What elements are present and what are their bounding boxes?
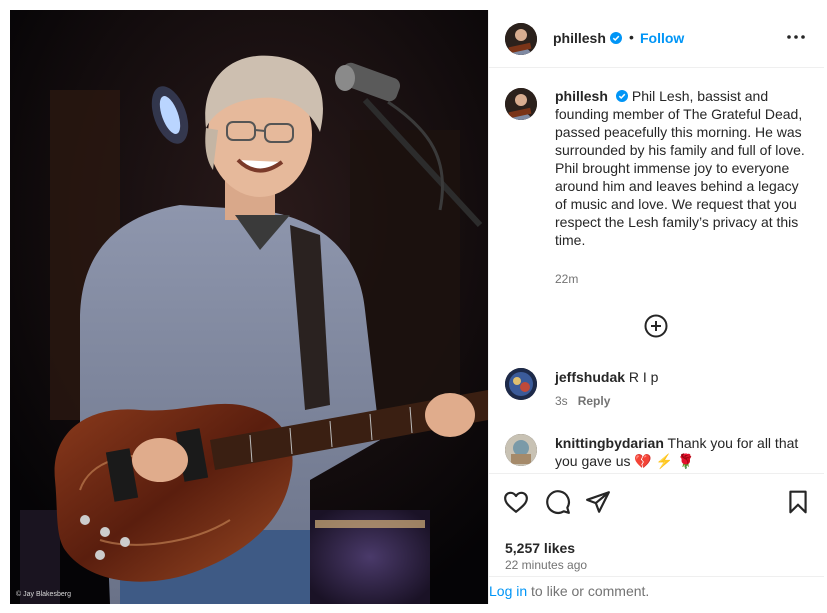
likes-count[interactable]: 5,257 likes [505, 540, 575, 556]
comment-item: knittingbydarian Thank you for all that … [489, 434, 824, 474]
post-actions: 5,257 likes 22 minutes ago [489, 473, 824, 593]
share-icon[interactable] [585, 489, 611, 515]
post-photo[interactable]: © Jay Blakesberg [10, 10, 488, 604]
login-prompt: Log in to like or comment. [489, 576, 824, 604]
caption-author-avatar[interactable] [505, 88, 537, 120]
heart-icon[interactable] [503, 489, 529, 515]
caption-timestamp[interactable]: 22m [555, 272, 578, 286]
comment-timestamp[interactable]: 3s [555, 394, 568, 408]
post-header: phillesh • Follow [489, 10, 824, 68]
comment-meta: 3s Reply [555, 394, 610, 408]
caption-username[interactable]: phillesh [555, 88, 608, 104]
photo-credit: © Jay Blakesberg [16, 591, 71, 598]
author-avatar[interactable] [505, 23, 537, 55]
bookmark-icon[interactable] [785, 489, 811, 515]
reply-button[interactable]: Reply [578, 394, 611, 408]
concert-photo-illustration [10, 10, 488, 604]
post-time[interactable]: 22 minutes ago [505, 558, 587, 572]
caption-body: phillesh Phil Lesh, bassist and founding … [555, 87, 811, 249]
login-link[interactable]: Log in [489, 583, 527, 599]
instagram-post: © Jay Blakesberg phillesh • Follow phill… [0, 0, 827, 613]
comment-text: R I p [628, 369, 659, 385]
verified-badge-icon [609, 32, 622, 44]
commenter-avatar[interactable] [505, 434, 537, 466]
caption-text: Phil Lesh, bassist and founding member o… [555, 88, 805, 248]
comment-icon[interactable] [545, 489, 571, 515]
author-username-row: phillesh [553, 30, 622, 48]
verified-badge-icon [615, 90, 628, 102]
follow-button[interactable]: Follow [640, 30, 684, 46]
comment-body: knittingbydarian Thank you for all that … [555, 434, 815, 470]
comment-item: jeffshudak R I p 3s Reply [489, 368, 824, 418]
commenter-username[interactable]: knittingbydarian [555, 435, 664, 451]
commenter-username[interactable]: jeffshudak [555, 369, 625, 385]
post-side-panel: phillesh • Follow phillesh Phil Lesh, bas… [488, 10, 824, 604]
author-username[interactable]: phillesh [553, 30, 606, 46]
plus-circle-icon[interactable] [644, 314, 668, 338]
commenter-avatar[interactable] [505, 368, 537, 400]
more-options-icon[interactable] [785, 28, 807, 46]
header-separator: • [629, 29, 634, 45]
login-suffix: to like or comment. [527, 583, 650, 599]
comment-body: jeffshudak R I p [555, 368, 815, 386]
